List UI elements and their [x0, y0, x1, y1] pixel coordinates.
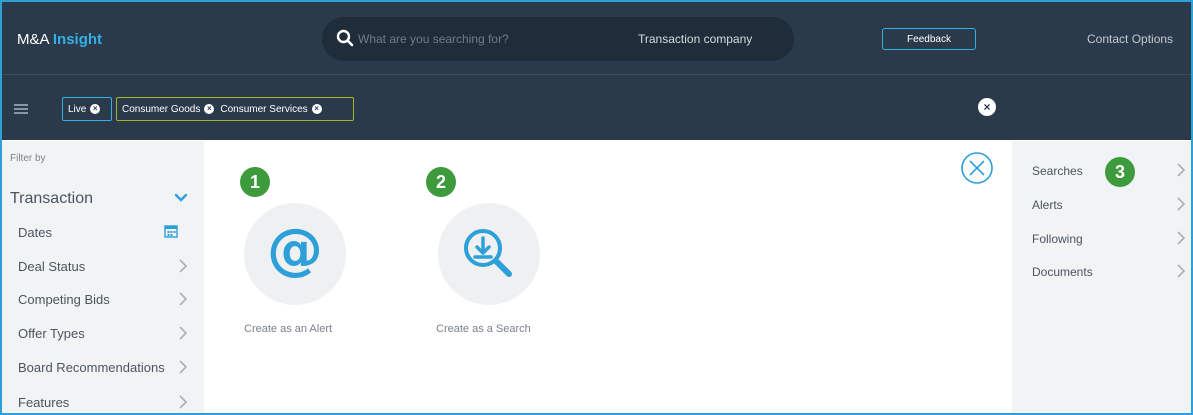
saved-item-following[interactable]: Following: [1032, 231, 1187, 262]
sidebar-item-offer-types[interactable]: Offer Types: [18, 326, 198, 360]
section-title-transaction[interactable]: Transaction: [10, 190, 93, 208]
saved-item-label: Searches: [1032, 164, 1083, 178]
filter-chip-label: Consumer Goods: [122, 103, 201, 115]
filter-chip-label: Consumer Services: [220, 103, 308, 115]
sidebar-item-label: Board Recommendations: [18, 360, 165, 375]
brand-highlight: Insight: [52, 31, 103, 48]
active-filters-bar: Live × Consumer Goods × Consumer Service…: [2, 74, 1191, 140]
top-bar: M&A Insight What are you searching for? …: [2, 2, 1191, 74]
saved-item-label: Following: [1032, 232, 1083, 246]
chevron-right-icon: [179, 395, 188, 409]
remove-filter-icon[interactable]: ×: [204, 104, 215, 114]
create-search-label[interactable]: Create as a Search: [436, 323, 531, 335]
saved-item-label: Documents: [1032, 265, 1093, 279]
filter-chip-label: Live: [68, 103, 87, 115]
chevron-right-icon: [1177, 163, 1186, 177]
save-options-panel: 1 @ Create as an Alert 2 Create as a Sea…: [204, 141, 1012, 413]
saved-item-alerts[interactable]: Alerts: [1032, 197, 1187, 228]
at-sign-icon: @: [267, 217, 323, 282]
header-links: Contact Options: [1087, 32, 1173, 46]
search-input[interactable]: What are you searching for?: [358, 32, 509, 46]
saved-items-panel: Searches 3 Alerts Following Documents: [1012, 141, 1191, 413]
chevron-right-icon: [1177, 231, 1186, 245]
chevron-right-icon: [179, 326, 188, 340]
sidebar-item-label: Features: [18, 395, 70, 410]
step-badge: 3: [1105, 157, 1135, 187]
chevron-right-icon: [179, 360, 188, 374]
sidebar-item-board-recommendations[interactable]: Board Recommendations: [18, 360, 198, 394]
saved-item-label: Alerts: [1032, 198, 1063, 212]
saved-item-documents[interactable]: Documents: [1032, 264, 1187, 295]
step-badge: 2: [426, 167, 456, 197]
chevron-right-icon: [179, 292, 188, 306]
brand-prefix: M&A: [17, 31, 49, 48]
calendar-icon[interactable]: [164, 224, 178, 238]
sidebar-item-label: Offer Types: [18, 326, 85, 341]
create-search-button[interactable]: [438, 203, 540, 305]
step-badge: 1: [240, 167, 270, 197]
close-icon[interactable]: [960, 151, 994, 185]
options-link[interactable]: Options: [1132, 32, 1173, 46]
sidebar-item-dates[interactable]: Dates: [18, 225, 198, 259]
contact-link[interactable]: Contact: [1087, 32, 1128, 46]
chevron-right-icon: [179, 259, 188, 273]
search-icon: [336, 29, 354, 47]
filter-by-label: Filter by: [10, 153, 46, 164]
chevron-down-icon[interactable]: [174, 193, 188, 203]
sidebar-item-label: Competing Bids: [18, 292, 110, 307]
filter-sidebar: Filter by Transaction Dates Deal Status …: [2, 141, 204, 413]
sidebar-item-competing-bids[interactable]: Competing Bids: [18, 292, 198, 326]
menu-icon[interactable]: [14, 104, 28, 114]
chevron-right-icon: [1177, 264, 1186, 278]
filter-chip-group-sector: Consumer Goods × Consumer Services ×: [116, 97, 354, 121]
brand-logo[interactable]: M&A Insight: [17, 31, 102, 48]
create-alert-button[interactable]: @: [244, 203, 346, 305]
sidebar-item-label: Dates: [18, 225, 52, 240]
download-search-icon: [464, 229, 512, 277]
sidebar-item-deal-status[interactable]: Deal Status: [18, 259, 198, 293]
search-bar[interactable]: What are you searching for? Transaction …: [322, 17, 794, 61]
search-scope-selector[interactable]: Transaction company: [638, 32, 752, 46]
remove-filter-icon[interactable]: ×: [90, 104, 100, 114]
create-alert-label[interactable]: Create as an Alert: [244, 323, 332, 335]
feedback-button[interactable]: Feedback: [882, 28, 976, 50]
sidebar-item-features[interactable]: Features: [18, 395, 198, 415]
remove-filter-icon[interactable]: ×: [311, 104, 322, 114]
clear-filters-icon[interactable]: ×: [978, 98, 996, 116]
chevron-right-icon: [1177, 197, 1186, 211]
sidebar-item-label: Deal Status: [18, 259, 86, 274]
filter-chip-live[interactable]: Live ×: [62, 97, 112, 121]
